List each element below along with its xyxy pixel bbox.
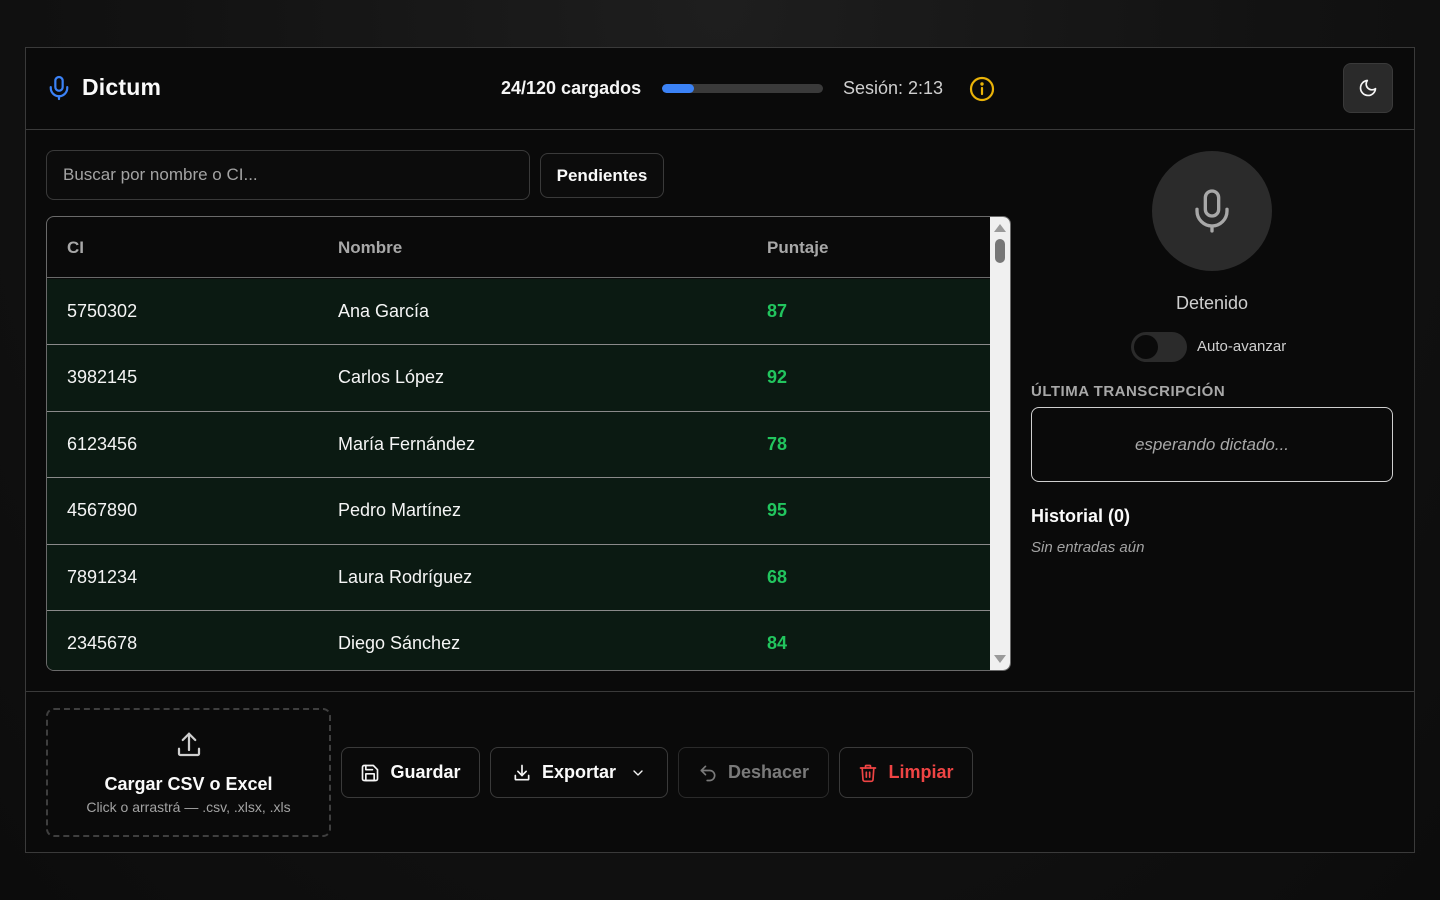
download-icon [514, 764, 530, 780]
session-timer: Sesión: 2:13 [843, 78, 944, 98]
cell-puntaje: 84 [767, 632, 788, 653]
column-header-nombre[interactable]: Nombre [338, 238, 402, 258]
search-input[interactable] [46, 150, 530, 200]
file-upload-dropzone[interactable]: Cargar CSV o Excel Click o arrastrá — .c… [46, 708, 331, 837]
trash-icon [860, 764, 877, 782]
scrollbar-thumb[interactable] [995, 239, 1005, 263]
chevron-down-icon [633, 769, 643, 776]
transcription-box: esperando dictado... [1031, 407, 1393, 482]
microphone-icon [1195, 189, 1229, 233]
footer-divider [26, 691, 1414, 692]
cell-ci: 5750302 [67, 301, 138, 321]
cell-nombre: Pedro Martínez [338, 500, 462, 521]
save-icon [362, 764, 379, 781]
history-title: Historial (0) [1031, 506, 1131, 526]
export-button[interactable]: Exportar [490, 747, 668, 798]
cell-nombre: María Fernández [338, 433, 476, 454]
column-header-puntaje[interactable]: Puntaje [767, 238, 828, 258]
export-label: Exportar [541, 762, 617, 782]
app-window: Dictum 24/120 cargados Sesión: 2:13 Pend… [25, 47, 1415, 853]
upload-title: Cargar CSV o Excel [104, 774, 273, 794]
table-row[interactable]: 5750302 Ana García 87 [47, 279, 990, 346]
load-progress-fill [662, 84, 695, 93]
cell-nombre: Ana García [338, 301, 430, 321]
undo-icon [700, 765, 716, 781]
clear-button[interactable]: Limpiar [839, 747, 973, 798]
header: Dictum 24/120 cargados Sesión: 2:13 [26, 48, 1414, 130]
students-table: CI Nombre Puntaje 5750302 Ana García 87 … [46, 216, 1011, 671]
table-row[interactable]: 3982145 Carlos López 92 [47, 345, 990, 412]
undo-label: Deshacer [727, 762, 810, 782]
recording-status: Detenido [1175, 293, 1249, 313]
cell-ci: 4567890 [67, 500, 138, 521]
record-button[interactable] [1152, 151, 1272, 271]
table-row[interactable]: 7891234 Laura Rodríguez 68 [47, 544, 990, 611]
save-button[interactable]: Guardar [341, 747, 480, 798]
scroll-up-arrow-icon[interactable] [994, 224, 1006, 232]
table-row[interactable]: 4567890 Pedro Martínez 95 [47, 478, 990, 545]
microphone-icon [49, 75, 69, 100]
app-name: Dictum [82, 74, 162, 100]
table-body: 5750302 Ana García 87 3982145 Carlos Lóp… [47, 279, 990, 670]
load-progress-bar [662, 84, 823, 93]
loaded-count: 24/120 cargados [501, 78, 642, 98]
info-icon[interactable] [969, 76, 995, 102]
upload-icon [177, 732, 201, 757]
cell-puntaje: 78 [767, 433, 788, 454]
toggle-knob [1134, 335, 1158, 359]
cell-puntaje: 92 [767, 367, 788, 388]
cell-nombre: Diego Sánchez [338, 632, 461, 653]
save-label: Guardar [390, 762, 461, 782]
auto-advance-label: Auto-avanzar [1197, 338, 1287, 355]
column-header-ci[interactable]: CI [67, 238, 84, 258]
history-empty-text: Sin entradas aún [1031, 539, 1145, 556]
cell-puntaje: 68 [767, 566, 788, 587]
table-header: CI Nombre Puntaje [47, 217, 990, 278]
cell-ci: 2345678 [67, 632, 138, 653]
brand: Dictum [48, 74, 161, 101]
cell-puntaje: 95 [767, 500, 788, 521]
moon-icon [1359, 79, 1377, 97]
cell-ci: 3982145 [67, 367, 138, 388]
table-row[interactable]: 6123456 María Fernández 78 [47, 411, 990, 479]
theme-toggle-button[interactable] [1343, 63, 1393, 113]
last-transcription-label: ÚLTIMA TRANSCRIPCIÓN [1031, 383, 1226, 400]
table-row[interactable]: 2345678 Diego Sánchez 84 [47, 610, 990, 670]
scroll-down-arrow-icon[interactable] [994, 655, 1006, 663]
pending-filter-button[interactable]: Pendientes [540, 153, 664, 198]
auto-advance-toggle[interactable] [1131, 332, 1187, 362]
table-scrollbar[interactable] [990, 217, 1010, 670]
cell-ci: 6123456 [67, 433, 138, 454]
cell-puntaje: 87 [767, 301, 788, 321]
undo-button[interactable]: Deshacer [678, 747, 829, 798]
clear-label: Limpiar [888, 762, 954, 782]
cell-nombre: Carlos López [338, 367, 445, 388]
cell-nombre: Laura Rodríguez [338, 566, 473, 587]
upload-subtitle: Click o arrastrá — .csv, .xlsx, .xls [86, 799, 291, 815]
cell-ci: 7891234 [67, 566, 138, 587]
